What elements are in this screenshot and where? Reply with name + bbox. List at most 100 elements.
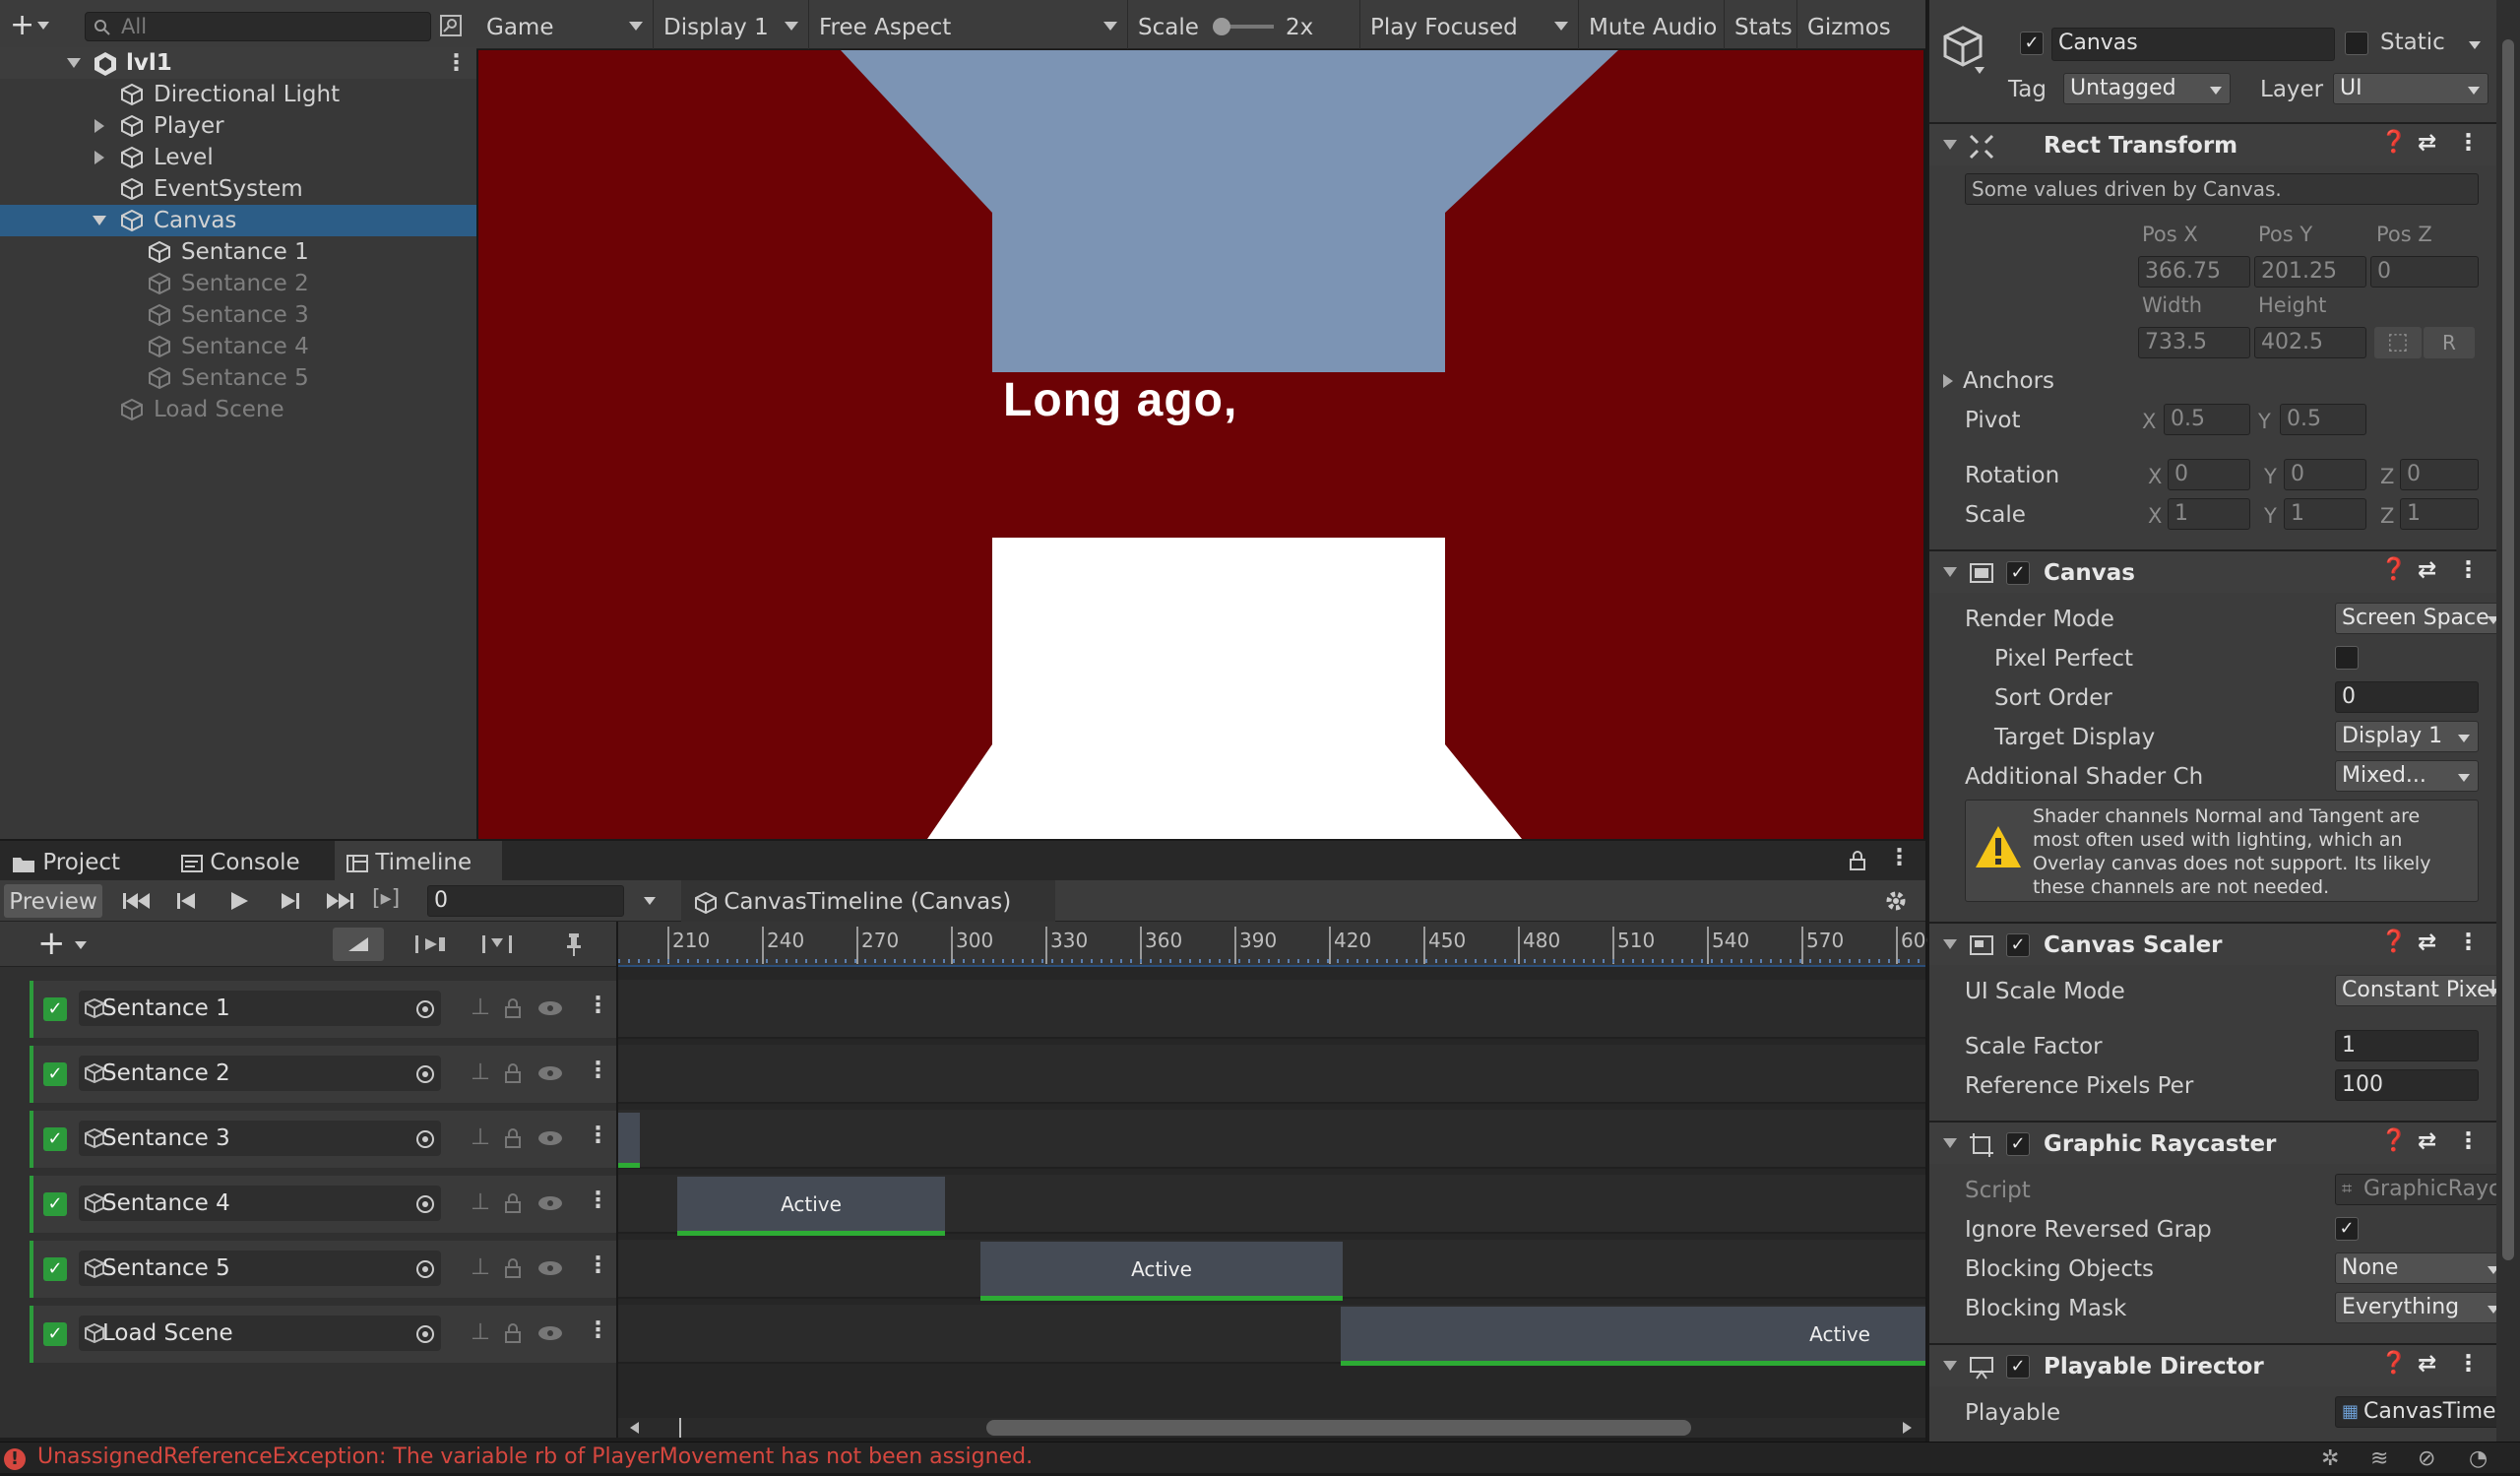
expand-icon[interactable] (67, 58, 81, 68)
eye-icon[interactable] (537, 1195, 563, 1211)
blueprint-button[interactable]: ⬚ (2374, 327, 2422, 358)
play-range-icon[interactable]: [▸] (372, 886, 400, 911)
game-viewport[interactable]: Long ago, (478, 50, 1923, 839)
status-message[interactable]: UnassignedReferenceException: The variab… (37, 1441, 1033, 1474)
more-icon[interactable]: ⋮ (445, 47, 468, 79)
timeline-track[interactable]: ✓ Sentance 3 ⊥ ⋮ (30, 1111, 616, 1168)
collapse-icon[interactable] (1943, 1361, 1957, 1371)
eye-icon[interactable] (537, 1325, 563, 1341)
object-picker-icon[interactable] (415, 1259, 435, 1279)
object-picker-icon[interactable] (415, 1064, 435, 1084)
director-enabled-checkbox[interactable]: ✓ (2006, 1355, 2030, 1379)
chevron-down-icon[interactable] (1975, 67, 1984, 74)
timeline-track[interactable]: ✓ Sentance 5 ⊥ ⋮ (30, 1241, 616, 1298)
hierarchy-item[interactable]: Directional Light (0, 79, 476, 110)
play-icon[interactable] (228, 890, 250, 912)
mute-audio-toggle[interactable]: Mute Audio (1579, 0, 1725, 49)
ui-scale-mode-dropdown[interactable]: Constant Pixel Size (2335, 975, 2508, 1006)
search-input[interactable]: All (85, 12, 431, 41)
raw-edit-button[interactable]: R (2424, 327, 2475, 358)
add-track-icon[interactable]: + (37, 924, 66, 963)
chevron-down-icon[interactable] (2469, 41, 2481, 49)
sort-order-field[interactable]: 0 (2335, 681, 2479, 713)
preview-button[interactable]: Preview (4, 884, 102, 918)
expand-icon[interactable] (94, 151, 104, 164)
canvas-scaler-enabled-checkbox[interactable]: ✓ (2006, 933, 2030, 957)
active-checkbox[interactable]: ✓ (2020, 32, 2044, 55)
preset-icon[interactable]: ⇄ (2418, 557, 2436, 583)
layer-dropdown[interactable]: UI (2333, 73, 2488, 104)
more-icon[interactable]: ⋮ (587, 1123, 609, 1148)
lock-icon[interactable] (504, 1323, 522, 1343)
more-icon[interactable]: ⋮ (587, 1187, 609, 1213)
eye-icon[interactable] (537, 1065, 563, 1081)
more-icon[interactable]: ⋮ (2457, 930, 2480, 955)
display-dropdown[interactable]: Display 1 (654, 0, 809, 49)
object-picker-icon[interactable] (415, 1324, 435, 1344)
pin-icon[interactable]: ⊥ (471, 1319, 490, 1345)
lock-icon[interactable] (504, 1128, 522, 1148)
lock-icon[interactable] (1849, 851, 1866, 870)
rect-transform-header[interactable]: Rect Transform ❓ ⇄ ⋮ (1929, 122, 2496, 165)
track-name-field[interactable]: Sentance 2 (79, 1056, 441, 1091)
hierarchy-item[interactable]: Sentance 1 (0, 236, 476, 268)
timeline-track[interactable]: ✓ Sentance 2 ⊥ ⋮ (30, 1046, 616, 1103)
hierarchy-item[interactable]: Sentance 5 (0, 362, 476, 394)
ignore-reversed-checkbox[interactable]: ✓ (2335, 1217, 2359, 1241)
expand-icon[interactable] (1943, 374, 1953, 388)
track-active-checkbox[interactable]: ✓ (43, 1192, 67, 1216)
raycaster-enabled-checkbox[interactable]: ✓ (2006, 1132, 2030, 1156)
hierarchy-item[interactable]: Sentance 4 (0, 331, 476, 362)
scroll-right-icon[interactable] (1903, 1422, 1912, 1434)
hierarchy-item[interactable]: Load Scene (0, 394, 476, 425)
pixel-perfect-checkbox[interactable] (2335, 646, 2359, 670)
more-icon[interactable]: ⋮ (587, 993, 609, 1018)
expand-icon[interactable] (94, 119, 104, 133)
render-mode-dropdown[interactable]: Screen Space - Overlay (2335, 603, 2508, 634)
timeline-scrollbar[interactable] (618, 1418, 1925, 1438)
tab-console[interactable]: Console (169, 841, 333, 880)
more-icon[interactable]: ⋮ (587, 1317, 609, 1343)
hierarchy-item[interactable]: EventSystem (0, 173, 476, 205)
gizmos-toggle[interactable]: Gizmos (1797, 0, 1925, 49)
track-active-checkbox[interactable]: ✓ (43, 1127, 67, 1151)
activation-clip[interactable]: Active (980, 1242, 1343, 1301)
pin-icon[interactable]: ⊥ (471, 1189, 490, 1215)
prev-frame-icon[interactable] (175, 890, 199, 912)
track-active-checkbox[interactable]: ✓ (43, 1322, 67, 1346)
target-display-dropdown[interactable]: Display 1 (2335, 721, 2479, 752)
canvas-scaler-header[interactable]: ✓ Canvas Scaler ❓ ⇄ ⋮ (1929, 922, 2496, 965)
chevron-down-icon[interactable] (644, 897, 656, 905)
eye-icon[interactable] (537, 1260, 563, 1276)
track-name-field[interactable]: Sentance 5 (79, 1251, 441, 1286)
inspector-scrollbar[interactable] (2496, 0, 2520, 1442)
pin-icon[interactable]: ⊥ (471, 1059, 490, 1085)
playable-director-header[interactable]: ✓ Playable Director ❓ ⇄ ⋮ (1929, 1343, 2496, 1386)
more-icon[interactable]: ⋮ (2457, 557, 2480, 583)
static-checkbox[interactable] (2345, 32, 2368, 55)
frame-field[interactable]: 0 (427, 885, 624, 917)
collapse-icon[interactable] (93, 216, 106, 225)
scale-slider-handle[interactable] (1213, 18, 1230, 35)
graphic-raycaster-header[interactable]: ✓ Graphic Raycaster ❓ ⇄ ⋮ (1929, 1121, 2496, 1164)
clip-edge[interactable] (618, 1113, 640, 1168)
more-icon[interactable]: ⋮ (587, 1252, 609, 1278)
more-icon[interactable]: ⋮ (2457, 1128, 2480, 1154)
track-lane[interactable] (618, 980, 1925, 1039)
help-icon[interactable]: ❓ (2380, 130, 2407, 155)
lock-icon[interactable] (504, 1063, 522, 1083)
timeline-track[interactable]: ✓ Sentance 4 ⊥ ⋮ (30, 1176, 616, 1233)
track-lane[interactable] (618, 1110, 1925, 1169)
chevron-down-icon[interactable] (75, 941, 87, 949)
scene-search-icon[interactable] (439, 14, 463, 37)
help-icon[interactable]: ❓ (2380, 1128, 2407, 1153)
track-name-field[interactable]: Sentance 4 (79, 1186, 441, 1221)
more-icon[interactable]: ⋮ (2457, 1351, 2480, 1377)
mix-icon[interactable] (480, 933, 514, 955)
more-icon[interactable]: ⋮ (587, 1058, 609, 1083)
shader-channels-dropdown[interactable]: Mixed... (2335, 760, 2479, 792)
activation-clip[interactable]: Active (677, 1177, 945, 1236)
play-mode-dropdown[interactable]: Play Focused (1360, 0, 1579, 49)
tab-timeline[interactable]: Timeline (335, 841, 502, 880)
more-icon[interactable]: ⋮ (2457, 130, 2480, 156)
